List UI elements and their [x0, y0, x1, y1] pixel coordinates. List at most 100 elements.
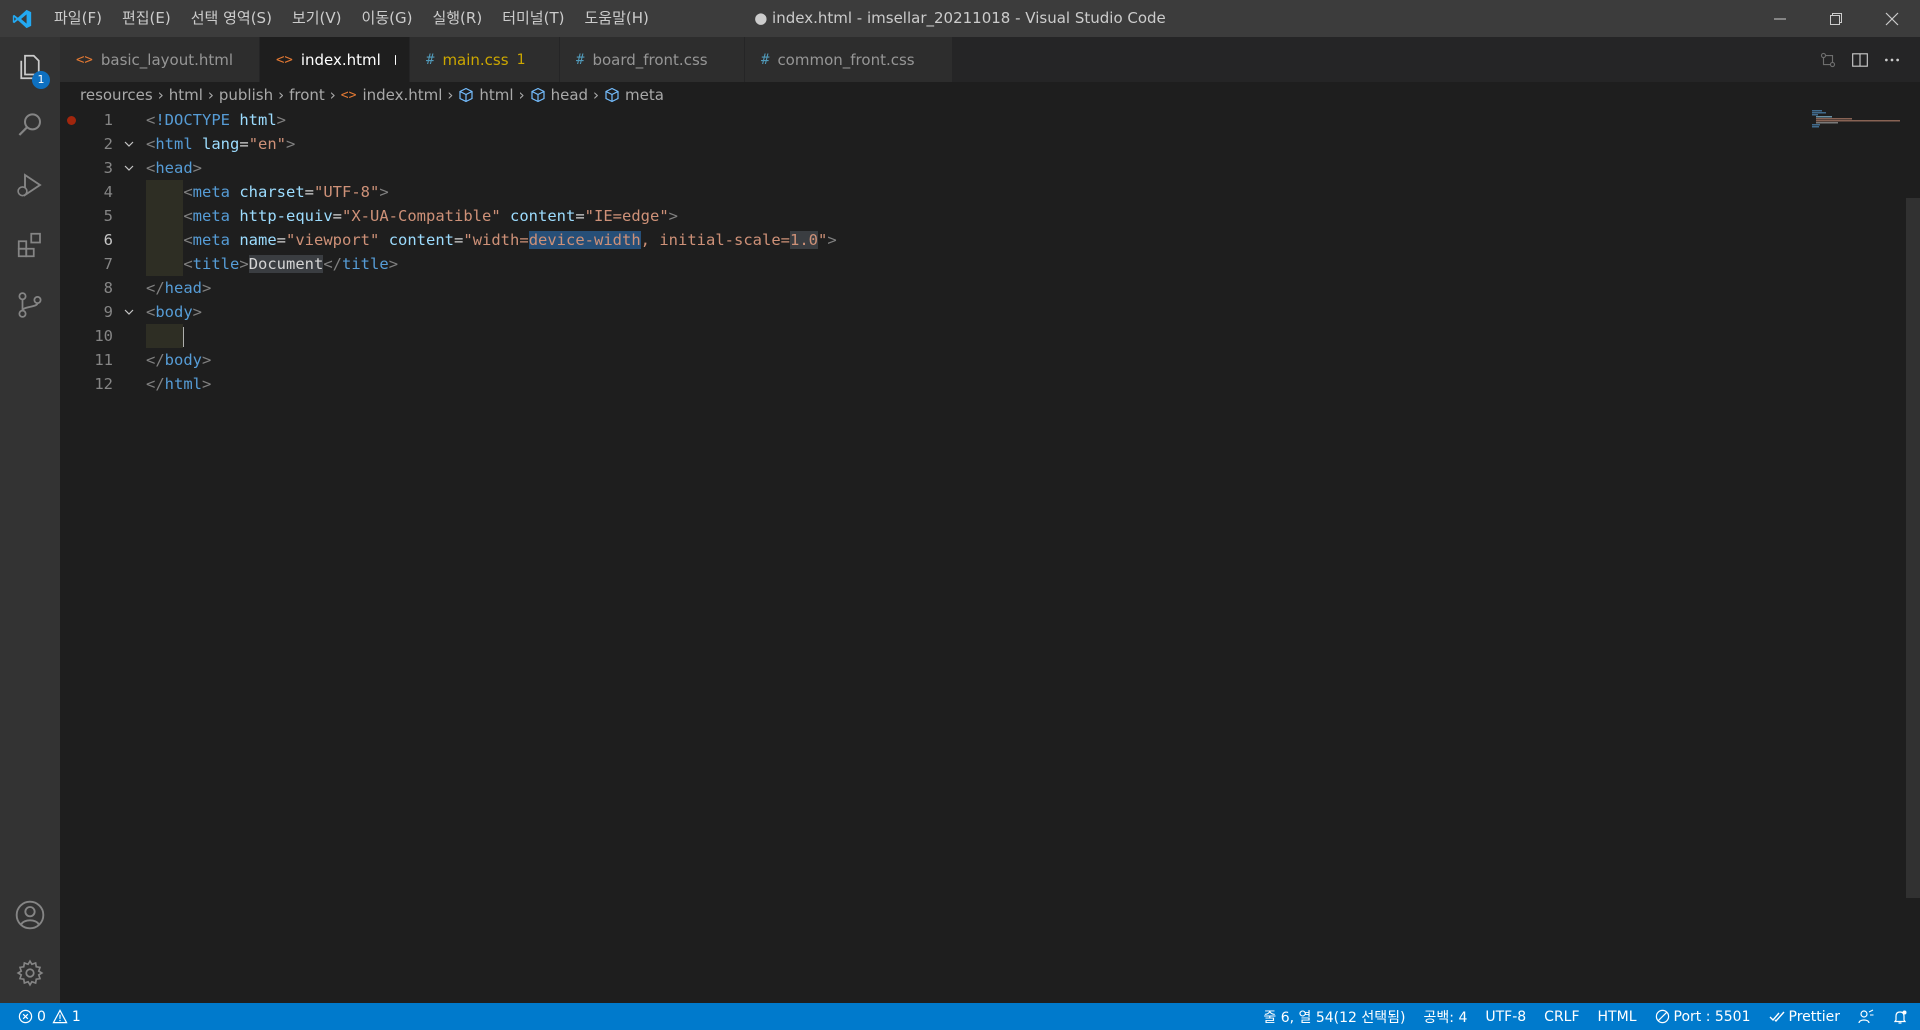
run-debug-icon	[17, 173, 42, 197]
cube-icon	[530, 87, 545, 103]
menu-terminal[interactable]: 터미널(T)	[492, 0, 574, 37]
gear-icon	[16, 959, 44, 987]
feedback-icon	[1858, 1009, 1874, 1023]
menu-selection[interactable]: 선택 영역(S)	[181, 0, 282, 37]
minimap[interactable]	[1806, 108, 1906, 1003]
close-button[interactable]	[1864, 0, 1920, 37]
breadcrumb-symbol[interactable]: head	[530, 86, 588, 104]
minimize-icon	[1774, 18, 1786, 19]
account-icon	[15, 900, 45, 930]
line-number: 5	[103, 207, 113, 225]
tab-common-front-css[interactable]: # common_front.css	[745, 37, 953, 82]
code-text: <html lang="en">	[146, 135, 296, 153]
vscode-logo-icon	[0, 0, 44, 37]
breadcrumb-symbol[interactable]: html	[458, 86, 514, 104]
open-changes-button[interactable]	[1812, 44, 1844, 76]
scrollbar-thumb[interactable]	[1906, 198, 1920, 898]
cursor-position[interactable]: 줄 6, 열 54(12 선택됨)	[1254, 1003, 1414, 1030]
account-button[interactable]	[0, 887, 60, 943]
line-number: 4	[103, 183, 113, 201]
vertical-scrollbar[interactable]	[1906, 108, 1920, 1003]
fold-chevron-icon[interactable]	[122, 132, 136, 156]
indentation[interactable]: 공백: 4	[1415, 1003, 1477, 1030]
prettier-status[interactable]: Prettier	[1760, 1003, 1850, 1030]
activity-bar: 1	[0, 37, 60, 1003]
tab-board-front-css[interactable]: # board_front.css	[560, 37, 745, 82]
fold-chevron-icon[interactable]	[122, 300, 136, 324]
chevron-right-icon: ›	[207, 86, 214, 104]
live-server-port[interactable]: Port : 5501	[1646, 1003, 1760, 1030]
breadcrumb-symbol[interactable]: meta	[604, 86, 664, 104]
code-editor[interactable]: 1 <!DOCTYPE html> 2 <html lang="en"> 3 <…	[60, 108, 1920, 1003]
fold-chevron-icon[interactable]	[122, 156, 136, 180]
problems-button[interactable]: 0 1	[18, 1003, 90, 1030]
line-number: 9	[103, 303, 113, 321]
split-editor-button[interactable]	[1844, 44, 1876, 76]
menu-help[interactable]: 도움말(H)	[574, 0, 658, 37]
line-number: 10	[94, 327, 113, 345]
menu-run[interactable]: 실행(R)	[422, 0, 492, 37]
breadcrumb-file[interactable]: <> index.html	[341, 86, 443, 104]
restore-button[interactable]	[1808, 0, 1864, 37]
close-icon	[1885, 12, 1899, 25]
cube-icon	[459, 87, 474, 103]
manage-button[interactable]	[0, 945, 60, 1001]
extensions-button[interactable]	[0, 217, 60, 273]
code-text: <meta name="viewport" content="width=dev…	[183, 231, 837, 249]
breadcrumb-item[interactable]: publish	[219, 86, 273, 104]
notifications-button[interactable]	[1883, 1003, 1920, 1030]
line-number: 8	[103, 279, 113, 297]
chevron-right-icon: ›	[518, 86, 525, 104]
html-file-icon: <>	[340, 87, 357, 103]
breadcrumb-item: meta	[625, 86, 664, 104]
line-number: 6	[103, 231, 113, 249]
error-count: 0	[37, 1008, 46, 1025]
source-control-button[interactable]	[0, 277, 60, 333]
run-debug-button[interactable]	[0, 157, 60, 213]
restore-icon	[1830, 12, 1842, 25]
explorer-badge: 1	[32, 71, 50, 89]
code-line: 9 <body>	[60, 300, 1860, 324]
line-number: 11	[94, 351, 113, 369]
code-text: <meta charset="UTF-8">	[183, 183, 389, 201]
breadcrumb-item[interactable]: resources	[80, 86, 153, 104]
css-file-icon: #	[761, 51, 770, 68]
code-text: <meta http-equiv="X-UA-Compatible" conte…	[183, 207, 679, 225]
menu-view[interactable]: 보기(V)	[282, 0, 352, 37]
tab-basic-layout[interactable]: <> basic_layout.html	[60, 37, 260, 82]
tab-main-css[interactable]: # main.css 1	[410, 37, 560, 82]
breadcrumb-item[interactable]: html	[169, 86, 203, 104]
search-button[interactable]	[0, 97, 60, 153]
code-line: 8 </head>	[60, 276, 1860, 300]
encoding[interactable]: UTF-8	[1476, 1003, 1535, 1030]
compare-icon	[1820, 52, 1836, 67]
code-text: </head>	[146, 279, 212, 297]
double-check-icon	[1769, 1011, 1785, 1022]
editor-actions	[1812, 37, 1920, 82]
status-right: 줄 6, 열 54(12 선택됨) 공백: 4 UTF-8 CRLF HTML …	[1254, 1003, 1920, 1030]
minimize-button[interactable]	[1752, 0, 1808, 37]
tab-label: index.html	[300, 50, 381, 69]
feedback-button[interactable]	[1849, 1003, 1883, 1030]
warning-count: 1	[71, 1008, 81, 1025]
css-file-icon: #	[576, 51, 585, 68]
tab-index-html[interactable]: <> index.html	[260, 37, 410, 82]
code-text: <title>Document</title>	[183, 255, 399, 273]
menu-go[interactable]: 이동(G)	[352, 0, 423, 37]
explorer-button[interactable]: 1	[0, 39, 60, 95]
breadcrumb-item[interactable]: front	[289, 86, 325, 104]
end-of-line[interactable]: CRLF	[1535, 1003, 1588, 1030]
warning-icon	[52, 1009, 68, 1024]
menu-bar: 파일(F) 편집(E) 선택 영역(S) 보기(V) 이동(G) 실행(R) 터…	[44, 0, 659, 37]
status-bar: 0 1 줄 6, 열 54(12 선택됨) 공백: 4 UTF-8 CRLF H…	[0, 1003, 1920, 1030]
language-mode[interactable]: HTML	[1589, 1003, 1646, 1030]
search-icon	[18, 113, 41, 136]
code-text	[146, 324, 185, 348]
problem-count: 1	[516, 51, 526, 68]
more-actions-button[interactable]	[1876, 44, 1908, 76]
window-controls	[1752, 0, 1920, 37]
menu-file[interactable]: 파일(F)	[44, 0, 112, 37]
menu-edit[interactable]: 편집(E)	[112, 0, 181, 37]
code-line-current: 6 <meta name="viewport" content="width=d…	[60, 228, 1860, 252]
line-number: 1	[103, 111, 113, 129]
